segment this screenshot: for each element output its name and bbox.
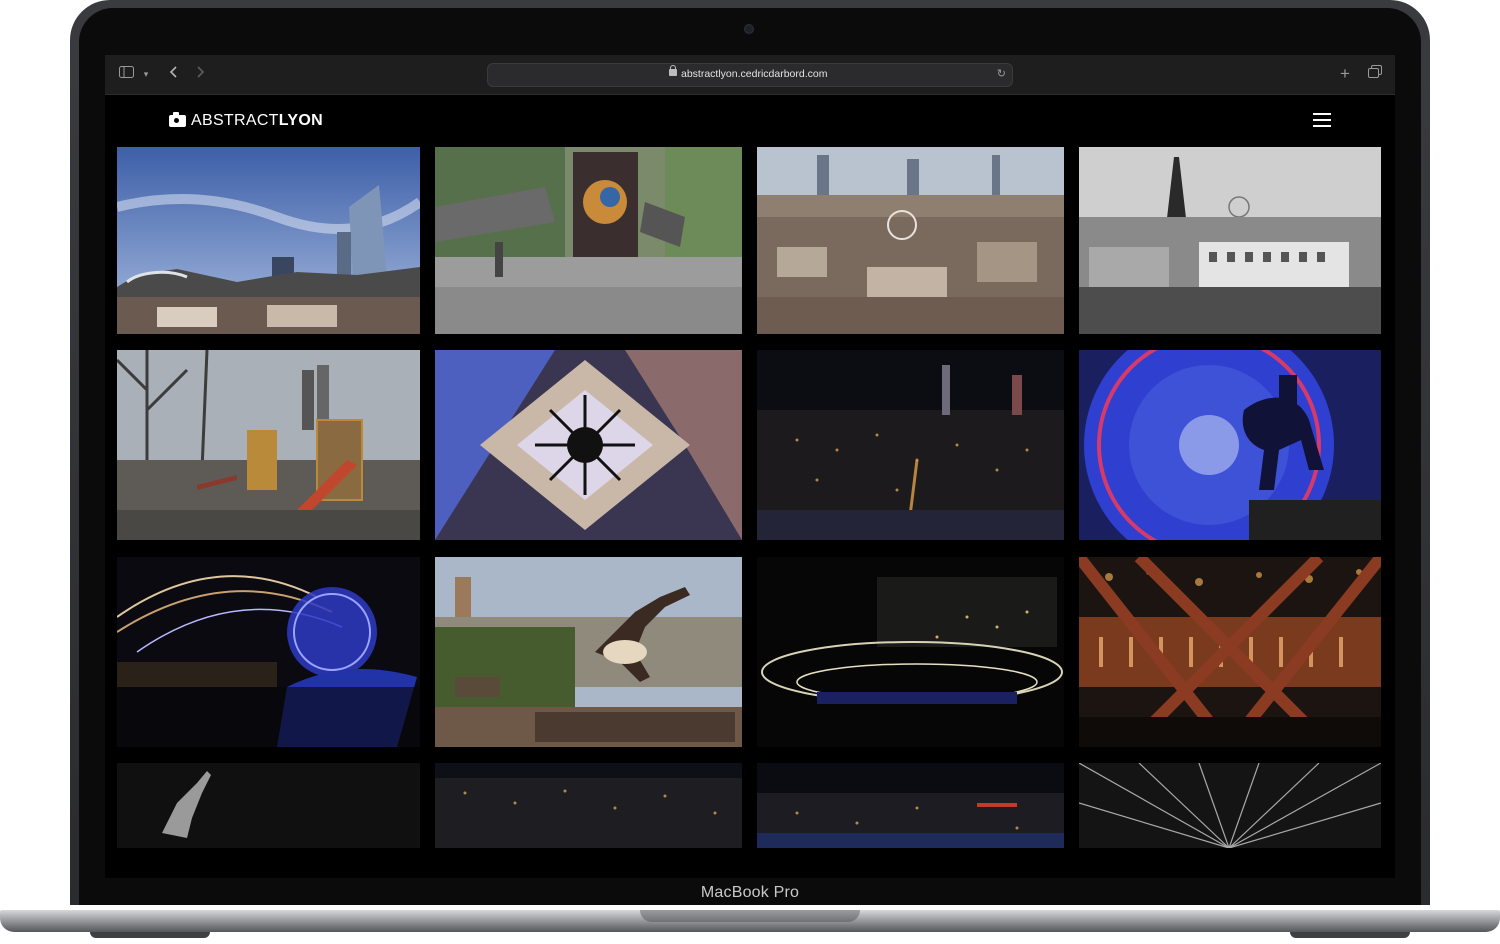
- photo-zoom-burst-bw[interactable]: [1079, 763, 1381, 848]
- photo-night-light-ring[interactable]: [757, 557, 1064, 747]
- lock-icon: [669, 65, 677, 76]
- photo-breakdancer-terrace[interactable]: [435, 557, 742, 747]
- url-text: abstractlyon.cedricdarbord.com: [681, 68, 828, 80]
- photo-city-night-panorama[interactable]: [757, 350, 1064, 540]
- photo-city-panorama[interactable]: [757, 147, 1064, 334]
- photo-city-lights-far[interactable]: [435, 763, 742, 848]
- site-logo[interactable]: ABSTRACT LYON: [169, 111, 323, 131]
- photo-river-night-lights[interactable]: [757, 763, 1064, 848]
- browser-window: ▾ abstractlyon.cedricdarbord.com ↻ + ABS…: [105, 55, 1395, 878]
- laptop-foot-left: [90, 932, 210, 938]
- site-header: ABSTRACT LYON: [105, 95, 1395, 147]
- reload-icon[interactable]: ↻: [997, 67, 1006, 80]
- back-arrow-icon[interactable]: [167, 65, 179, 83]
- laptop-hinge-notch: [640, 910, 860, 922]
- laptop-foot-right: [1290, 932, 1410, 938]
- photo-black-white-rooftops[interactable]: [1079, 147, 1381, 334]
- photo-playground-winter[interactable]: [117, 350, 420, 540]
- address-bar[interactable]: abstractlyon.cedricdarbord.com ↻: [487, 63, 1013, 87]
- photo-courtyard-looking-up[interactable]: [435, 350, 742, 540]
- photo-bridge-lights-bokeh[interactable]: [1079, 557, 1381, 747]
- sidebar-icon[interactable]: [118, 65, 134, 83]
- photo-bench-street-art[interactable]: [435, 147, 742, 334]
- chevron-down-icon[interactable]: ▾: [141, 65, 151, 83]
- logo-text-bold: LYON: [278, 112, 323, 129]
- forward-arrow-icon[interactable]: [195, 65, 207, 83]
- hamburger-menu-icon[interactable]: [1313, 113, 1331, 127]
- logo-text-light: ABSTRACT: [191, 112, 279, 129]
- device-model-label: MacBook Pro: [700, 884, 800, 901]
- photo-lyon-skyline-tower[interactable]: [117, 147, 420, 334]
- photo-dancer-dark[interactable]: [117, 763, 420, 848]
- webcam-icon: [744, 24, 754, 34]
- photo-equestrian-statue-blue-wheel[interactable]: [1079, 350, 1381, 540]
- camera-icon: [169, 112, 186, 127]
- browser-toolbar: ▾ abstractlyon.cedricdarbord.com ↻ +: [105, 55, 1395, 95]
- photo-light-trails-ferris-wheel[interactable]: [117, 557, 420, 747]
- tab-overview-icon[interactable]: [1367, 65, 1383, 83]
- plus-icon[interactable]: +: [1338, 65, 1352, 83]
